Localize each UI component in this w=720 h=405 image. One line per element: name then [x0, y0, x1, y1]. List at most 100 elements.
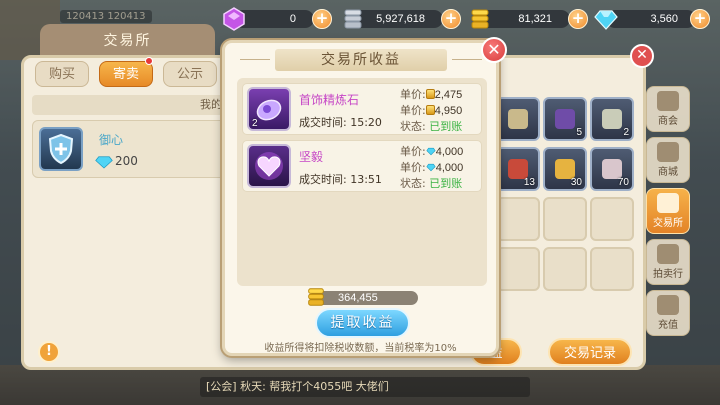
listing-price: 200	[115, 154, 138, 168]
total-price-value: 4,000	[435, 162, 464, 174]
slot-count: 70	[617, 177, 629, 188]
side-menu-label: 拍卖行	[653, 269, 683, 280]
slot-count: 30	[570, 177, 582, 188]
currency-value: 3,560	[606, 10, 696, 28]
side-menu-label: 商会	[658, 116, 678, 127]
side-menu-label: 商城	[658, 167, 678, 178]
empty-slot[interactable]	[590, 197, 634, 241]
earnings-modal: 交易所收益 ✕ 2 首饰精炼石 成交时间: 15:20 单价: 2,475 单价:…	[222, 37, 507, 356]
currency-gold: 81,321 +	[468, 7, 588, 31]
trading-house-title: 交易所	[40, 24, 215, 58]
slot-count: 13	[523, 177, 535, 188]
empty-slot[interactable]	[543, 197, 587, 241]
empty-slot[interactable]	[543, 247, 587, 291]
slot-count: 2	[623, 127, 629, 138]
side-menu-recharge[interactable]: 充值	[646, 290, 690, 336]
heart-icon	[247, 144, 291, 188]
earnings-record: 坚毅 成交时间: 13:51 单价: 4,000 单价: 4,000 状态: 已到账	[242, 140, 482, 192]
tab-buy[interactable]: 购买	[35, 61, 89, 87]
trade-time: 成交时间: 13:51	[299, 171, 382, 187]
close-trading-house-button[interactable]: ✕	[630, 44, 654, 68]
time-label: 成交时间:	[299, 116, 347, 129]
tax-note: 收益所得将扣除税收数额，当前税率为10%	[264, 343, 457, 354]
chat-ticker[interactable]: [公会] 秋天: 帮我打个4055吧 大佬们	[200, 377, 530, 397]
total-price-value: 4,950	[434, 105, 463, 117]
claim-earnings-button[interactable]: 提取收益	[315, 308, 410, 338]
status-label: 状态:	[400, 177, 426, 190]
gold-coin-icon	[425, 105, 435, 115]
title-text: 交易所	[103, 33, 152, 49]
currency-value: 81,321	[480, 10, 570, 28]
add-silver-button[interactable]: +	[441, 9, 461, 29]
side-menu-chamber[interactable]: 商会	[646, 86, 690, 132]
purple-gem-icon	[223, 7, 245, 31]
time-value: 13:51	[350, 173, 382, 186]
gold-coin-icon	[425, 89, 435, 99]
inventory-slot[interactable]: 70	[590, 147, 634, 191]
chamber-icon	[657, 91, 679, 111]
currency-purple-gem: 0 +	[222, 7, 332, 31]
gold-coin-stack-icon	[471, 9, 489, 29]
tab-consign-badge	[145, 57, 153, 65]
slot-count: 5	[576, 127, 582, 138]
status-label: 状态:	[400, 120, 426, 133]
side-menu-shop[interactable]: 商城	[646, 137, 690, 183]
currency-value: 0	[234, 10, 314, 28]
inventory-slot[interactable]: 13	[496, 147, 540, 191]
unit-price-label: 单价:	[400, 88, 426, 101]
item-count: 2	[252, 118, 258, 129]
add-gold-button[interactable]: +	[568, 9, 588, 29]
total-price-label: 单价:	[400, 161, 426, 174]
time-value: 15:20	[350, 116, 382, 129]
side-menu-trading-house[interactable]: 交易所	[646, 188, 690, 234]
tab-consign[interactable]: 寄卖	[99, 61, 153, 87]
status-badge: 已到账	[429, 120, 463, 133]
total-price-label: 单价:	[400, 104, 426, 117]
diamond-icon	[95, 156, 113, 169]
status-badge: 已到账	[429, 177, 463, 190]
empty-slot[interactable]	[496, 247, 540, 291]
diamond-icon	[426, 147, 436, 156]
currency-silver: 5,927,618 +	[341, 7, 461, 31]
gear-icon	[657, 295, 679, 315]
side-menu-label: 交易所	[653, 218, 683, 229]
gavel-icon	[657, 244, 679, 264]
empty-slot[interactable]	[590, 247, 634, 291]
item-name: 首饰精炼石	[299, 93, 360, 107]
gold-coin-stack-icon	[308, 288, 324, 306]
unit-price-label: 单价:	[400, 145, 426, 158]
add-diamond-button[interactable]: +	[690, 9, 710, 29]
diamond-icon	[426, 163, 436, 172]
scales-icon	[657, 193, 679, 213]
shield-icon	[39, 127, 83, 171]
earnings-record: 2 首饰精炼石 成交时间: 15:20 单价: 2,475 单价: 4,950 状态…	[242, 83, 482, 135]
inventory-slot[interactable]: 30	[543, 147, 587, 191]
my-listings-header: 我的	[32, 95, 232, 115]
unit-price-value: 2,475	[434, 89, 463, 101]
trade-record-button[interactable]: 交易记录	[548, 338, 632, 366]
add-purple-gem-button[interactable]: +	[312, 9, 332, 29]
item-name: 坚毅	[299, 150, 324, 164]
shop-icon	[657, 142, 679, 162]
close-icon[interactable]: ✕	[481, 37, 507, 63]
side-menu-label: 充值	[658, 320, 678, 331]
side-menu-auction[interactable]: 拍卖行	[646, 239, 690, 285]
trade-time: 成交时间: 15:20	[299, 114, 382, 130]
price-block: 单价: 4,000 单价: 4,000 状态: 已到账	[400, 144, 463, 191]
inventory-slot[interactable]	[496, 97, 540, 141]
currency-diamond: 3,560 +	[594, 7, 714, 31]
inventory-slot[interactable]: 2	[590, 97, 634, 141]
earnings-list: 2 首饰精炼石 成交时间: 15:20 单价: 2,475 单价: 4,950 状态…	[237, 78, 487, 286]
listing-item[interactable]: 御心 200	[32, 120, 232, 178]
empty-slot[interactable]	[496, 197, 540, 241]
info-button[interactable]: !	[38, 341, 60, 363]
time-label: 成交时间:	[299, 173, 347, 186]
listing-name: 御心	[99, 133, 124, 147]
price-block: 单价: 2,475 单价: 4,950 状态: 已到账	[400, 87, 462, 134]
diamond-icon	[594, 10, 618, 30]
silver-coin-stack-icon	[344, 9, 362, 29]
modal-title: 交易所收益	[240, 49, 482, 71]
inventory-slot[interactable]: 5	[543, 97, 587, 141]
unit-price-value: 4,000	[435, 146, 464, 158]
tab-notice[interactable]: 公示	[163, 61, 217, 87]
